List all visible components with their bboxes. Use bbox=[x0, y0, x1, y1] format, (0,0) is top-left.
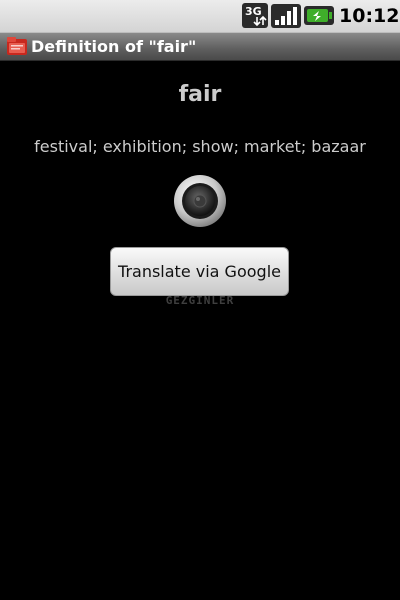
headword: fair bbox=[178, 82, 222, 107]
status-bar: 3G 10:12 bbox=[0, 0, 400, 33]
battery-charging-icon bbox=[304, 6, 334, 25]
play-pronunciation-button[interactable] bbox=[173, 174, 227, 228]
dictionary-app-icon bbox=[7, 37, 27, 55]
speaker-icon bbox=[174, 175, 226, 227]
network-type-label: 3G bbox=[245, 5, 262, 18]
translate-via-google-button[interactable]: Translate via Google bbox=[110, 247, 289, 296]
watermark-text: GEZGINLER bbox=[165, 294, 235, 307]
phone-screen: 3G 10:12 Definition of "fair" fair festi… bbox=[0, 0, 400, 600]
status-clock: 10:12 bbox=[339, 5, 400, 27]
signal-strength-icon bbox=[271, 4, 301, 28]
network-3g-icon: 3G bbox=[242, 3, 268, 28]
title-bar: Definition of "fair" bbox=[0, 33, 400, 61]
window-title: Definition of "fair" bbox=[31, 37, 197, 56]
definition-text: festival; exhibition; show; market; baza… bbox=[34, 137, 366, 156]
